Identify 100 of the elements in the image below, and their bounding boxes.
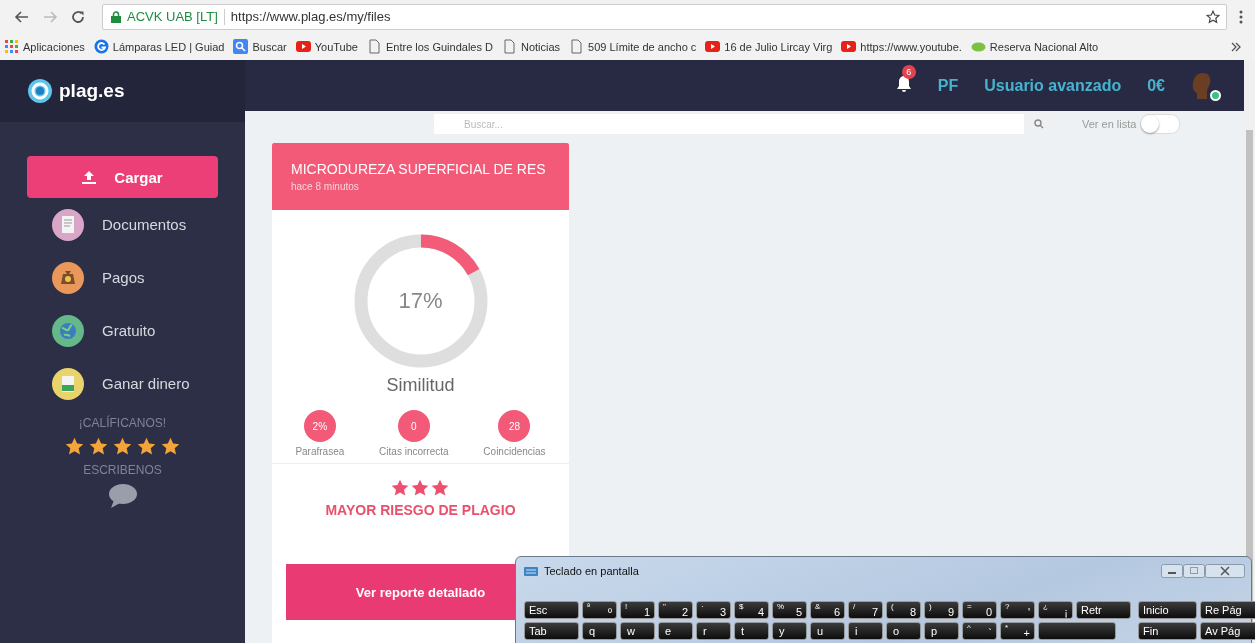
sidebar-item[interactable]: Pagos (52, 251, 245, 304)
star-icon[interactable] (112, 436, 133, 457)
toggle-label: Ver en lista (1082, 118, 1137, 130)
keyboard-key[interactable]: * + (1000, 622, 1035, 640)
keyboard-key[interactable]: ) 9 (924, 601, 959, 619)
keyboard-key[interactable]: t (734, 622, 769, 640)
keyboard-key[interactable]: e (658, 622, 693, 640)
keyboard-key[interactable]: ^ ` (962, 622, 997, 640)
bell-icon[interactable] (895, 74, 912, 93)
keyboard-key[interactable]: u (810, 622, 845, 640)
keyboard-key[interactable]: Fin (1138, 622, 1197, 640)
bookmark-star-icon[interactable] (1206, 9, 1220, 24)
keyboard-key[interactable]: Inicio (1138, 601, 1197, 619)
sidebar-item[interactable]: Documentos (52, 198, 245, 251)
sidebar-item[interactable]: Ganar dinero (52, 357, 245, 410)
apps-icon (4, 39, 19, 54)
stat-label: Coincidencias (483, 446, 546, 457)
upload-icon (82, 170, 97, 184)
keyboard-key[interactable]: Tab (524, 622, 579, 640)
chat-icon[interactable] (107, 483, 138, 509)
keyboard-key[interactable]: w (620, 622, 655, 640)
keyboard-key[interactable]: Retr (1076, 601, 1131, 619)
rate-label: ¡CALÍFICANOS! (78, 416, 167, 430)
keyboard-key[interactable]: Esc (524, 601, 579, 619)
document-icon (52, 208, 84, 241)
star-icon (410, 478, 431, 498)
star-icon[interactable] (64, 436, 85, 457)
keyboard-key[interactable]: ¿ ¡ (1038, 601, 1073, 619)
keyboard-key[interactable]: Av Pág (1200, 622, 1255, 640)
logo-icon[interactable] (27, 78, 53, 104)
video-icon (841, 39, 857, 54)
similarity-percent: 17% (398, 288, 443, 314)
user-initials[interactable]: PF (937, 76, 959, 95)
keyboard-key[interactable]: y (772, 622, 807, 640)
keyboard-key[interactable]: " 2 (658, 601, 693, 619)
money-bag-icon (52, 261, 84, 294)
bookmark[interactable]: Entre los Guindales D (366, 39, 493, 54)
upload-button[interactable]: Cargar (27, 156, 218, 198)
bookmark[interactable]: 509 Límite de ancho c (569, 39, 697, 54)
search-field[interactable]: Buscar... (434, 114, 1024, 134)
keyboard-key[interactable] (1038, 622, 1116, 640)
star-icon[interactable] (136, 436, 157, 457)
menu-icon[interactable] (1239, 9, 1243, 24)
stat-badge: 0 (397, 410, 430, 442)
star-icon[interactable] (88, 436, 109, 457)
keyboard-key[interactable]: ª º (582, 601, 617, 619)
url-text: https://www.plag.es/my/files (230, 9, 391, 24)
keyboard-key[interactable]: ! 1 (620, 601, 655, 619)
similarity-label: Similitud (386, 375, 455, 396)
keyboard-key[interactable]: i (848, 622, 883, 640)
keyboard-key[interactable]: % 5 (772, 601, 807, 619)
bookmark[interactable]: https://www.youtube. (841, 39, 962, 54)
address-bar[interactable]: ACVK UAB [LT] https://www.plag.es/my/files (102, 3, 1227, 30)
video-icon (295, 39, 311, 54)
keyboard-key[interactable]: & 6 (810, 601, 845, 619)
star-icon[interactable] (160, 436, 181, 457)
keyboard-key[interactable]: ( 8 (886, 601, 921, 619)
risk-label: MAYOR RIESGO DE PLAGIO (325, 502, 516, 518)
bookmark[interactable]: YouTube (295, 39, 358, 54)
keyboard-key[interactable]: $ 4 (734, 601, 769, 619)
more-bookmarks-icon[interactable] (1231, 41, 1241, 52)
keyboard-key[interactable]: ? ' (1000, 601, 1035, 619)
keyboard-key[interactable]: Re Pág (1200, 601, 1255, 619)
page-icon (569, 39, 585, 54)
keyboard-key[interactable]: / 7 (848, 601, 883, 619)
keyboard-icon (524, 566, 538, 576)
account-plan[interactable]: Usuario avanzado (984, 76, 1122, 95)
write-label: ESCRIBENOS (83, 463, 162, 477)
lock-icon (111, 10, 121, 23)
page-icon (366, 39, 382, 54)
stat-label: Parafrasea (295, 446, 345, 457)
bookmark[interactable]: Reserva Nacional Alto (970, 39, 1099, 54)
search-icon (1034, 119, 1044, 129)
star-icon (390, 478, 411, 498)
video-icon (705, 39, 721, 54)
balance[interactable]: 0€ (1147, 76, 1165, 95)
search-icon (233, 39, 249, 54)
keyboard-key[interactable]: r (696, 622, 731, 640)
bookmark[interactable]: Lámparas LED | Guiad (93, 39, 225, 54)
site-icon (93, 39, 109, 54)
minimize-icon[interactable] (1161, 564, 1183, 578)
bookmark[interactable]: 16 de Julio Lircay Virg (705, 39, 833, 54)
keyboard-key[interactable]: = 0 (962, 601, 997, 619)
sidebar-item[interactable]: Gratuito (52, 304, 245, 357)
logo-text[interactable]: plag.es (59, 80, 125, 102)
bookmark[interactable]: Buscar (233, 39, 287, 54)
close-icon[interactable] (1205, 564, 1245, 578)
upload-time: hace 8 minutos (291, 181, 360, 192)
page-icon (501, 39, 517, 54)
cash-icon (52, 367, 84, 400)
keyboard-key[interactable]: q (582, 622, 617, 640)
keyboard-key[interactable]: · 3 (696, 601, 731, 619)
site-identity: ACVK UAB [LT] (127, 9, 218, 24)
keyboard-key[interactable]: p (924, 622, 959, 640)
bookmark[interactable]: Aplicaciones (4, 39, 85, 54)
list-view-toggle[interactable] (1140, 114, 1181, 134)
keyboard-key[interactable]: o (886, 622, 921, 640)
bookmark[interactable]: Noticias (501, 39, 561, 54)
back-icon[interactable] (14, 8, 30, 25)
reload-icon[interactable] (70, 8, 86, 25)
